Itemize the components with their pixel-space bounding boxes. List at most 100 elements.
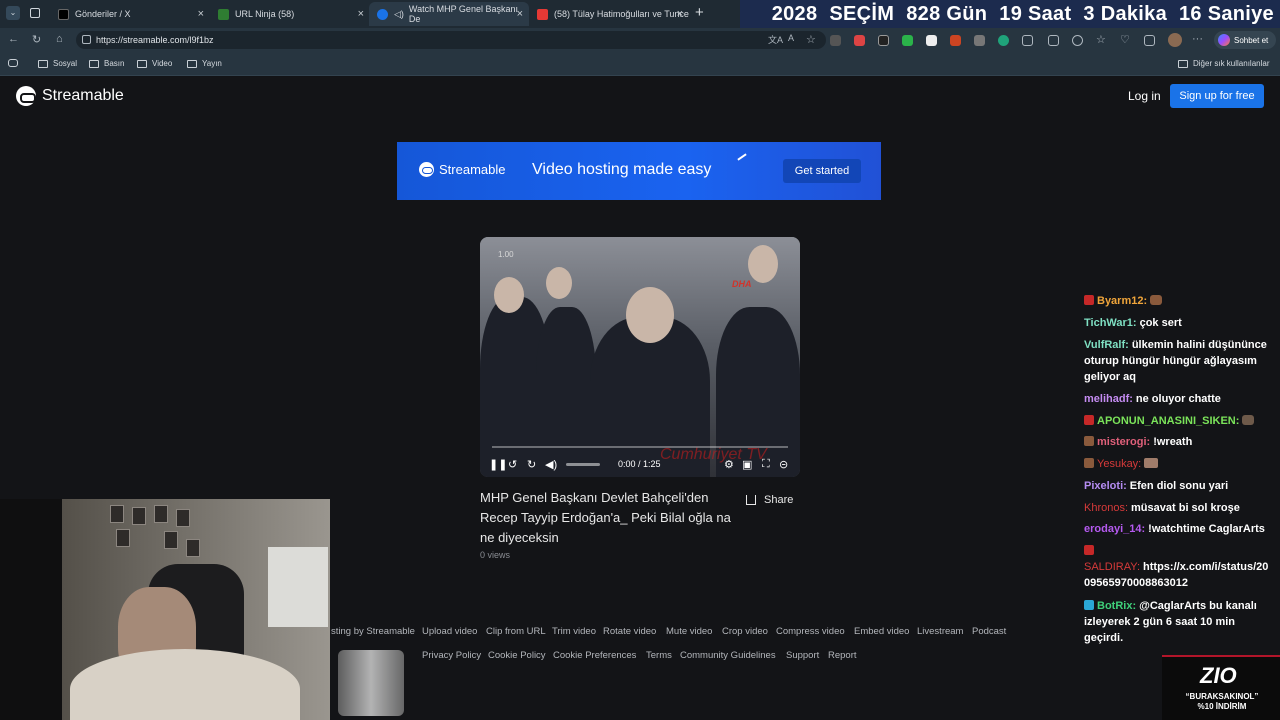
extension-icon[interactable] — [878, 35, 889, 46]
other-bookmarks-folder[interactable]: Diğer sık kullanılanlar — [1178, 59, 1269, 68]
footer-link-upload[interactable]: Upload video — [422, 626, 477, 637]
site-info-icon[interactable] — [82, 35, 91, 44]
collections-icon[interactable] — [1144, 35, 1155, 46]
extension-icon[interactable] — [974, 35, 985, 46]
election-countdown: 2028 SEÇİM 828 Gün 19 Saat 3 Dakika 16 S… — [740, 0, 1280, 28]
signup-button[interactable]: Sign up for free — [1170, 84, 1264, 108]
footer-link-cookie-preferences[interactable]: Cookie Preferences — [553, 650, 636, 661]
tab-x[interactable]: Gönderiler / X × — [50, 2, 210, 26]
heart-icon[interactable]: ♡ — [1120, 33, 1130, 46]
view-count: 0 views — [480, 550, 511, 560]
tab-actions-icon[interactable]: ⌄ — [6, 6, 20, 20]
login-link[interactable]: Log in — [1128, 89, 1161, 103]
folder-icon — [137, 59, 147, 68]
bookmark-folder[interactable]: Video — [137, 59, 172, 68]
favorite-star-icon[interactable]: ☆ — [806, 33, 816, 46]
copilot-chat-button[interactable]: Sohbet et — [1214, 31, 1276, 49]
profile-avatar[interactable] — [1168, 33, 1182, 47]
tab-youtube[interactable]: (58) Tülay Hatimoğulları ve Tunce × — [529, 2, 689, 26]
back-icon[interactable]: ← — [8, 33, 19, 45]
footer-link-podcast[interactable]: Podcast — [972, 626, 1006, 637]
pause-icon[interactable]: ❚❚ — [489, 458, 507, 471]
bookmark-folder[interactable]: Yayın — [187, 59, 222, 68]
extension-icon[interactable] — [1072, 35, 1083, 46]
extensions-puzzle-icon[interactable] — [1022, 35, 1033, 46]
fullscreen-icon[interactable]: ⛶ — [762, 458, 770, 471]
extension-icon[interactable] — [998, 35, 1009, 46]
extension-icon[interactable] — [902, 35, 913, 46]
video-person-head — [546, 267, 572, 299]
volume-icon[interactable]: ◀) — [545, 458, 557, 471]
footer-link-report[interactable]: Report — [828, 650, 857, 661]
footer-link-embed[interactable]: Embed video — [854, 626, 909, 637]
playback-speed[interactable]: 1.00 — [498, 250, 514, 259]
volume-slider[interactable] — [566, 463, 600, 466]
home-icon[interactable]: ⌂ — [56, 33, 63, 45]
get-started-button[interactable]: Get started — [783, 159, 861, 183]
settings-gear-icon[interactable]: ⚙ — [724, 458, 734, 471]
x-logo-icon — [58, 8, 69, 20]
youtube-icon — [537, 8, 548, 20]
read-aloud-icon[interactable]: A — [788, 33, 794, 43]
video-progress-bar[interactable] — [492, 446, 788, 448]
footer-link-guidelines[interactable]: Community Guidelines — [680, 650, 776, 661]
forward-icon[interactable]: ↻ — [527, 458, 536, 471]
chat-message: misterogi: !wreath — [1084, 434, 1274, 450]
video-player[interactable] — [480, 237, 800, 477]
footer-link-terms[interactable]: Terms — [646, 650, 672, 661]
chat-text: Efen diol sonu yari — [1129, 480, 1229, 492]
footer-link-livestream[interactable]: Livestream — [917, 626, 963, 637]
bookmark-folder[interactable]: Sosyal — [38, 59, 77, 68]
wall-photo — [176, 509, 190, 527]
whiteboard — [268, 547, 328, 627]
footer-link-support[interactable]: Support — [786, 650, 819, 661]
rewind-icon[interactable]: ↺ — [508, 458, 517, 471]
tab-url-ninja[interactable]: URL Ninja (58) × — [210, 2, 370, 26]
split-screen-icon[interactable] — [1048, 35, 1059, 46]
footer-link-privacy[interactable]: Privacy Policy — [422, 650, 481, 661]
streamable-logo[interactable]: Streamable — [16, 86, 124, 106]
bookmarks-menu-icon[interactable] — [8, 59, 23, 67]
bookmark-folder[interactable]: Basın — [89, 59, 124, 68]
chat-username: APONUN_ANASINI_SIKEN: — [1097, 415, 1240, 427]
chat-button-label: Sohbet et — [1234, 35, 1269, 45]
reload-icon[interactable]: ↻ — [32, 33, 41, 46]
bookmark-label: Yayın — [202, 59, 222, 68]
wall-photo — [164, 531, 178, 549]
extension-icon[interactable] — [854, 35, 865, 46]
tab-streamable[interactable]: ◁) Watch MHP Genel Başkanı De × — [369, 2, 529, 26]
streamable-player-logo-icon[interactable]: ⊝ — [779, 458, 788, 471]
footer-link-crop[interactable]: Crop video — [722, 626, 768, 637]
close-tab-icon[interactable]: × — [517, 8, 523, 20]
extension-icon[interactable] — [926, 35, 937, 46]
workspaces-icon[interactable] — [30, 8, 40, 18]
chat-text: çok sert — [1139, 317, 1182, 329]
chat-message: APONUN_ANASINI_SIKEN: — [1084, 413, 1274, 429]
footer-link-rotate[interactable]: Rotate video — [603, 626, 656, 637]
close-tab-icon[interactable]: × — [198, 8, 204, 20]
speaker-icon[interactable]: ◁) — [394, 9, 404, 20]
translate-icon[interactable]: 文A — [768, 33, 783, 46]
footer-link-compress[interactable]: Compress video — [776, 626, 845, 637]
streamable-logo-icon — [16, 86, 36, 106]
close-tab-icon[interactable]: × — [358, 8, 364, 20]
footer-link-clip[interactable]: Clip from URL — [486, 626, 546, 637]
more-menu-icon[interactable]: ··· — [1192, 33, 1203, 45]
footer-link-trim[interactable]: Trim video — [552, 626, 596, 637]
folder-icon — [1178, 59, 1188, 68]
picture-in-picture-icon[interactable]: ▣ — [742, 458, 752, 471]
folder-icon — [187, 59, 197, 68]
new-tab-button[interactable]: + — [695, 4, 704, 21]
extension-icon[interactable] — [830, 35, 841, 46]
close-tab-icon[interactable]: × — [677, 8, 683, 20]
share-button[interactable]: Share — [740, 489, 800, 511]
favorites-icon[interactable]: ☆ — [1096, 33, 1106, 46]
address-bar[interactable]: https://streamable.com/l9f1bz — [76, 31, 826, 49]
extension-icon[interactable] — [950, 35, 961, 46]
footer-link-hosting[interactable]: sting by Streamable — [331, 626, 415, 637]
promo-banner[interactable]: Streamable Video hosting made easy Get s… — [397, 142, 881, 200]
copilot-icon — [1218, 34, 1230, 46]
footer-link-mute[interactable]: Mute video — [666, 626, 712, 637]
footer-link-cookie-policy[interactable]: Cookie Policy — [488, 650, 546, 661]
chat-message: BotRix: @CaglarArts bu kanalı izleyerek 2… — [1084, 598, 1274, 646]
